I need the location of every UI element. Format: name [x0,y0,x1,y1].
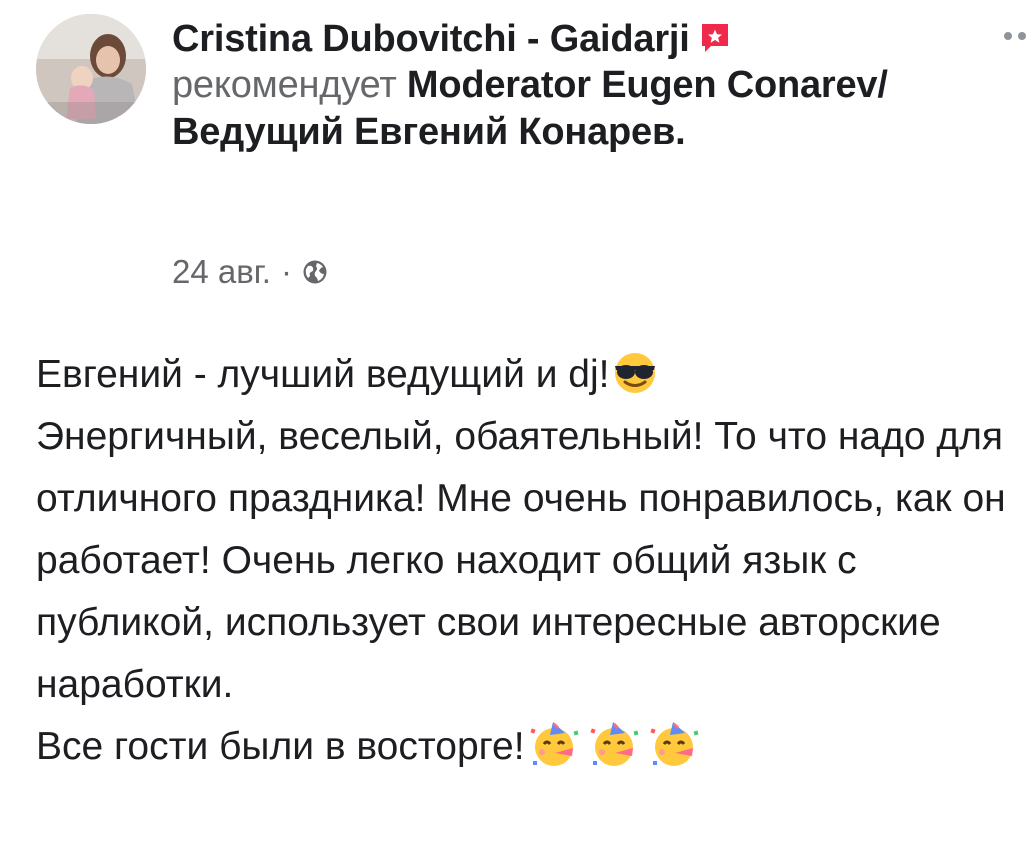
recommendation-flag-icon [701,24,728,52]
post-text-line: Евгений - лучший ведущий и dj! [36,344,1006,406]
post-text-line-3: Все гости были в восторге! [36,725,525,768]
globe-icon [303,260,327,284]
party-face-emoji [529,722,579,766]
post-card: Cristina Dubovitchi - Gaidarji рекоменду… [0,0,1030,863]
more-options-button[interactable] [994,18,1026,46]
recommends-text: рекомендует [172,64,397,107]
author-avatar[interactable] [36,14,146,124]
post-text: Евгений - лучший ведущий и dj! Энергичны… [36,344,1006,778]
meta-separator: · [280,253,292,290]
more-options-icon [1004,32,1012,40]
post-date[interactable]: 24 авг. [172,253,271,291]
party-face-emoji-3 [649,722,699,766]
post-meta: 24 авг. · [172,253,328,291]
sunglasses-emoji [614,353,655,393]
avatar-photo [36,14,146,124]
post-text-last-line: Все гости были в восторге! [36,716,1006,778]
party-face-emoji-2 [589,722,639,766]
post-text-line-1: Евгений - лучший ведущий и dj! [36,353,610,396]
author-name-link[interactable]: Cristina Dubovitchi - Gaidarji [172,18,690,60]
post-text-paragraph: Энергичный, веселый, обаятельный! То что… [36,415,1006,706]
post-header: Cristina Dubovitchi - Gaidarji рекоменду… [172,16,982,155]
more-options-icon-dot [1018,32,1026,40]
